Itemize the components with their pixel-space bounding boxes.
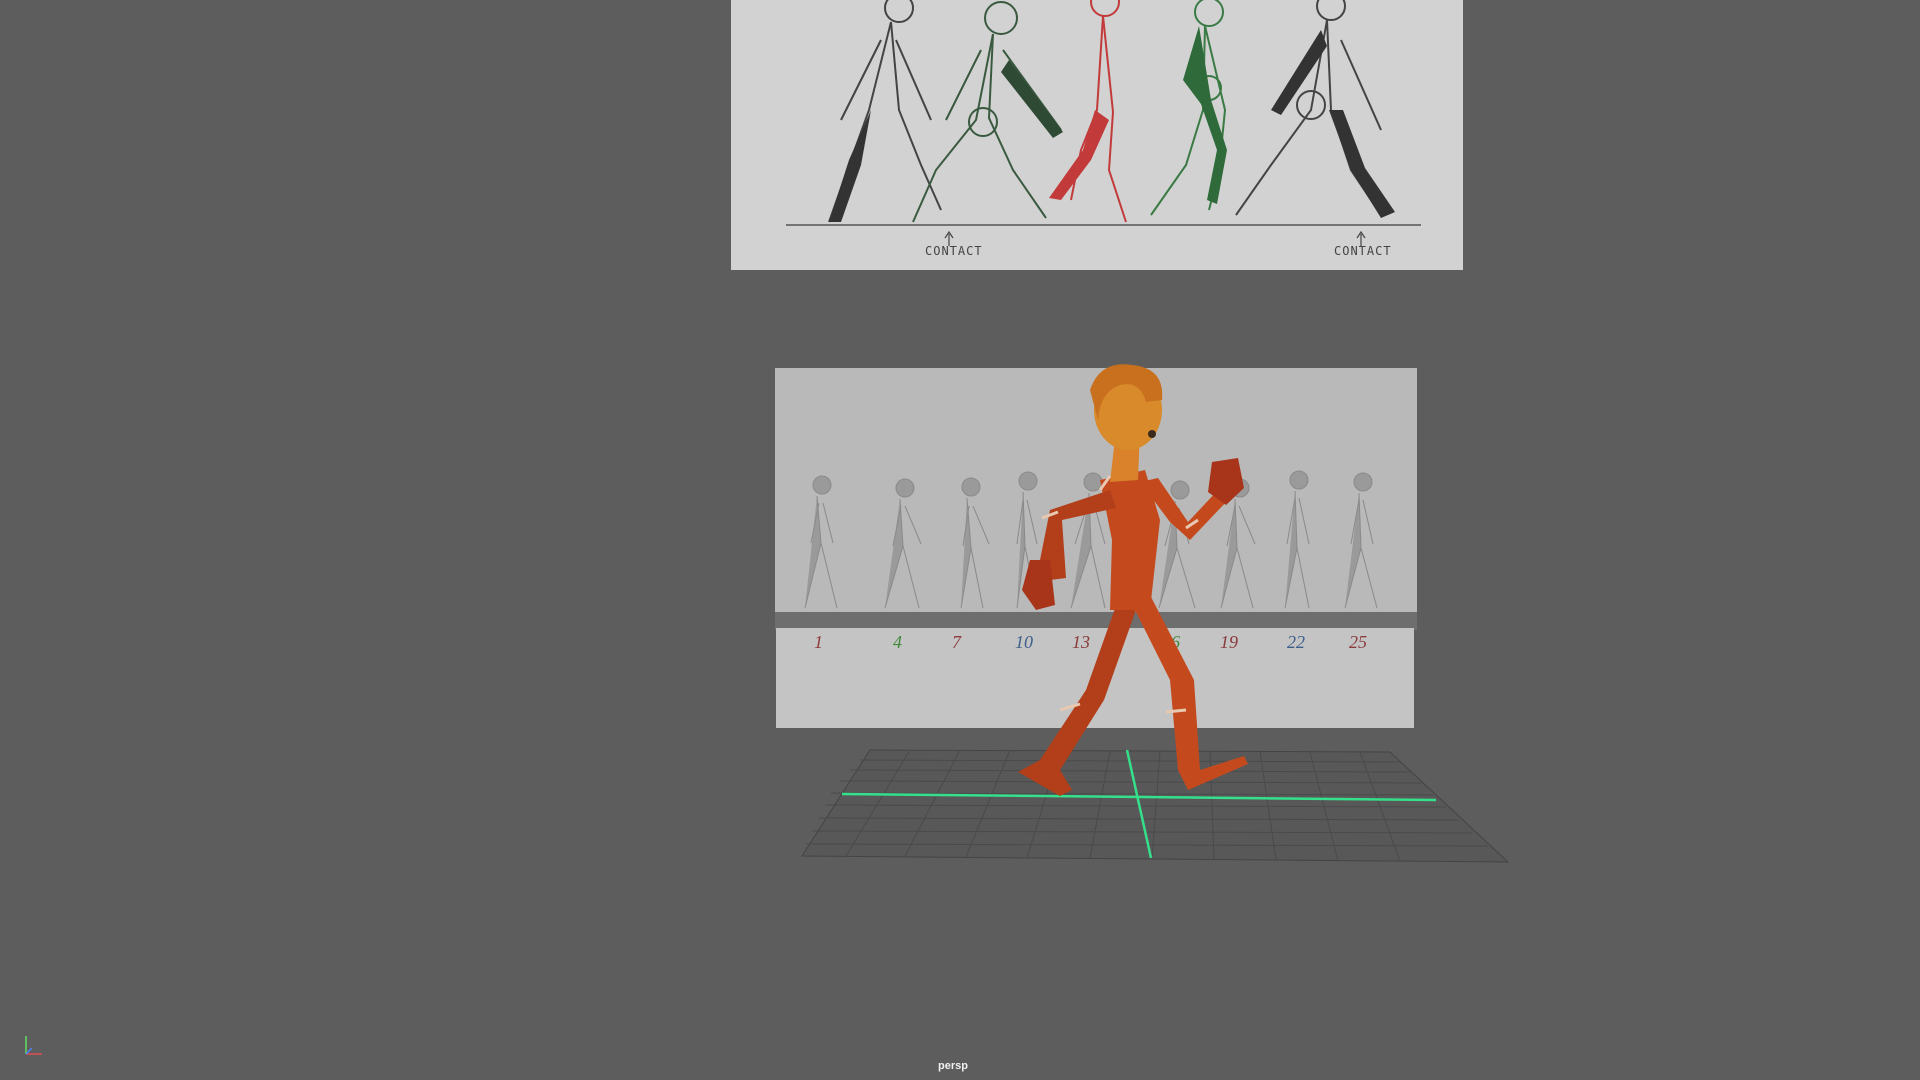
pose-figure-6 xyxy=(1158,480,1196,609)
frame-number: 7 xyxy=(952,632,961,652)
pose-figure-9 xyxy=(1344,472,1378,609)
frame-number: 19 xyxy=(1220,632,1238,652)
pose-figure-8 xyxy=(1284,470,1310,609)
ground-grid xyxy=(801,749,1510,863)
frame-number: 25 xyxy=(1349,632,1367,652)
grid-axis-lines xyxy=(841,749,1437,859)
frame-number: 10 xyxy=(1015,632,1033,652)
contact-label-right: CONTACT xyxy=(1334,244,1392,258)
pose-figure-4 xyxy=(1016,471,1038,609)
persp-viewport[interactable]: CONTACT CONTACT 1 4 7 10 13 16 19 22 25 xyxy=(0,0,1920,1080)
frame-number-board[interactable] xyxy=(776,628,1414,728)
contact-label-left: CONTACT xyxy=(925,244,983,258)
pose-silhouettes xyxy=(804,470,1378,609)
pose-figure-5 xyxy=(1070,472,1106,609)
pose-figure-2 xyxy=(884,478,922,609)
pose-chart-board[interactable] xyxy=(775,368,1417,614)
frame-number: 4 xyxy=(893,632,902,652)
frame-number: 1 xyxy=(814,632,823,652)
frame-number: 22 xyxy=(1287,632,1305,652)
reference-sketch-board[interactable]: CONTACT CONTACT xyxy=(731,0,1463,270)
frame-number: 13 xyxy=(1072,632,1090,652)
walk-cycle-sketch xyxy=(786,0,1421,246)
pose-figure-7 xyxy=(1220,478,1256,609)
axis-gizmo-icon xyxy=(25,1036,42,1055)
pose-figure-1 xyxy=(804,475,838,609)
pose-figure-3 xyxy=(960,477,990,609)
frame-number: 16 xyxy=(1162,632,1180,652)
camera-label: persp xyxy=(938,1060,968,1072)
